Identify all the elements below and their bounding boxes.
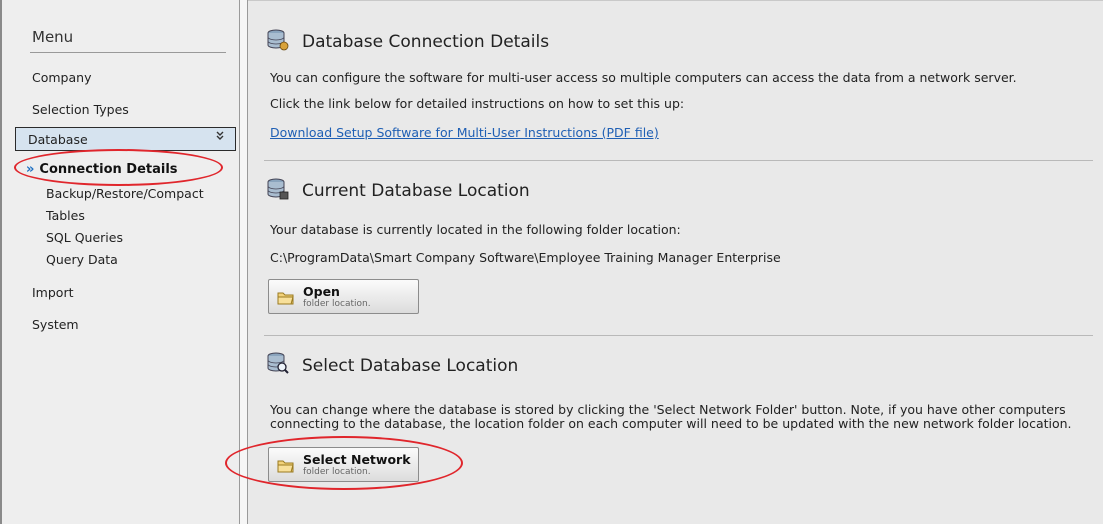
menu-item-import[interactable]: Import xyxy=(32,285,74,300)
pane-splitter[interactable] xyxy=(240,0,248,524)
connection-text-2: Click the link below for detailed instru… xyxy=(270,96,685,111)
select-network-folder-button[interactable]: Select Network folder location. xyxy=(268,447,419,482)
sub-item-connection-details[interactable]: » Connection Details xyxy=(26,162,178,177)
download-instructions-link[interactable]: Download Setup Software for Multi-User I… xyxy=(270,125,659,140)
folder-icon xyxy=(277,458,295,473)
section-divider xyxy=(264,335,1093,336)
section-title-connection: Database Connection Details xyxy=(302,32,550,52)
menu-divider xyxy=(30,52,226,53)
sub-item-connection-details-label: Connection Details xyxy=(39,162,178,177)
active-marker-icon: » xyxy=(26,162,35,177)
current-location-text: Your database is currently located in th… xyxy=(270,222,681,237)
sub-item-sql-queries[interactable]: SQL Queries xyxy=(46,230,123,245)
open-button-sublabel: folder location. xyxy=(303,299,371,309)
select-location-text-2: connecting to the database, the location… xyxy=(270,416,1072,431)
folder-icon xyxy=(277,290,295,305)
menu-item-company[interactable]: Company xyxy=(32,70,91,85)
menu-title: Menu xyxy=(32,28,74,46)
menu-item-database[interactable]: Database xyxy=(15,127,236,151)
menu-item-database-label: Database xyxy=(28,132,88,147)
menu-item-selection-types[interactable]: Selection Types xyxy=(32,102,129,117)
select-location-text-1: You can change where the database is sto… xyxy=(270,402,1066,417)
sub-item-query-data[interactable]: Query Data xyxy=(46,252,118,267)
section-title-select: Select Database Location xyxy=(302,356,519,376)
sub-item-tables[interactable]: Tables xyxy=(46,208,85,223)
sub-item-backup-restore-compact[interactable]: Backup/Restore/Compact xyxy=(46,186,204,201)
expand-chevron-icon[interactable] xyxy=(215,130,225,147)
open-button-label: Open xyxy=(303,284,340,299)
select-network-button-label: Select Network xyxy=(303,452,411,467)
connection-text-1: You can configure the software for multi… xyxy=(270,70,1017,85)
select-network-button-sublabel: folder location. xyxy=(303,467,371,477)
database-path: C:\ProgramData\Smart Company Software\Em… xyxy=(270,250,781,265)
database-location-icon xyxy=(266,177,290,201)
open-folder-button[interactable]: Open folder location. xyxy=(268,279,419,314)
database-search-icon xyxy=(266,351,290,375)
section-divider xyxy=(264,160,1093,161)
menu-item-system[interactable]: System xyxy=(32,317,79,332)
database-connection-icon xyxy=(266,28,290,52)
section-title-current: Current Database Location xyxy=(302,181,530,201)
